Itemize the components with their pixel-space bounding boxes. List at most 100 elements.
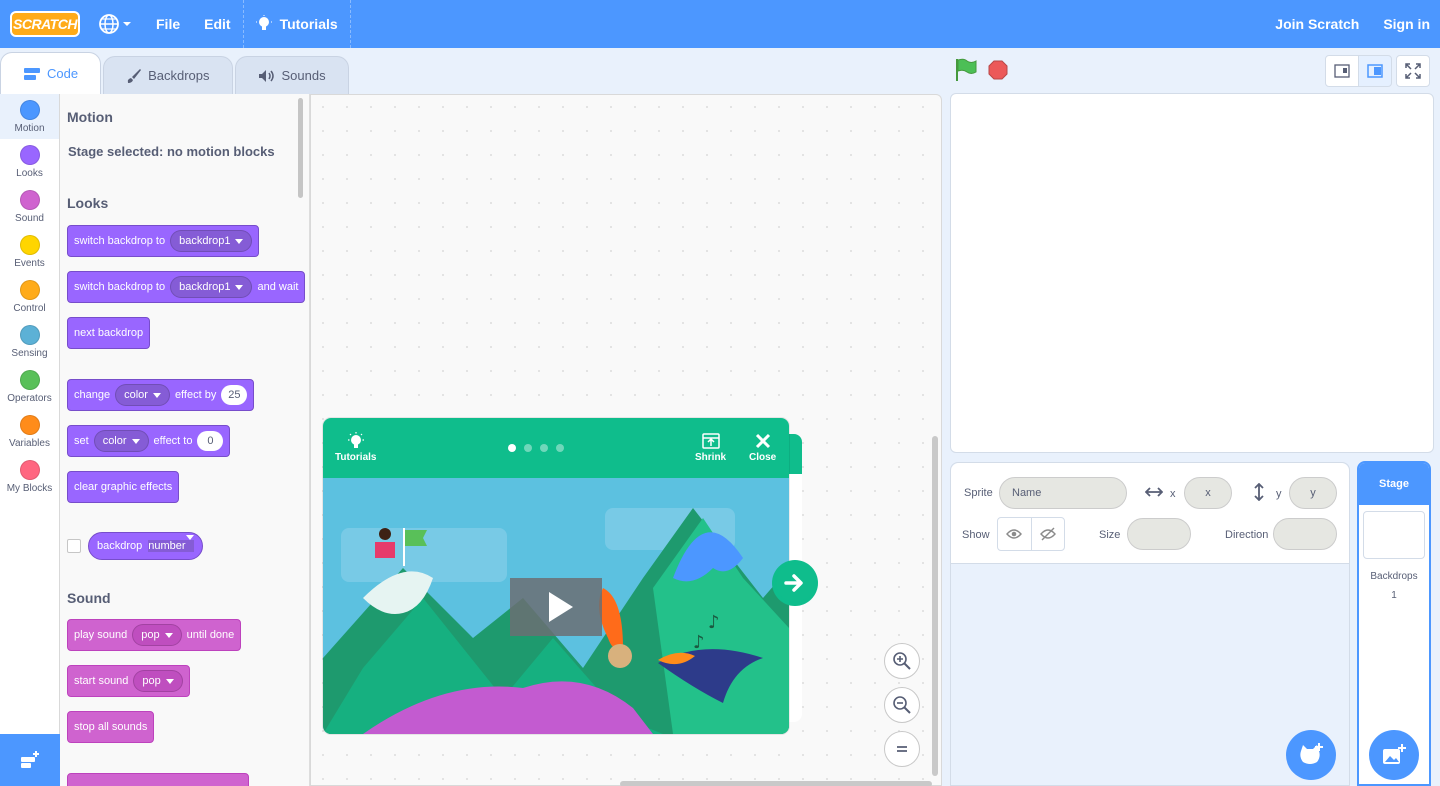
- number-input[interactable]: 25: [221, 385, 248, 405]
- shrink-button[interactable]: Shrink: [695, 432, 726, 463]
- zoom-reset-button[interactable]: [884, 731, 920, 767]
- workspace-vertical-scrollbar[interactable]: [932, 436, 938, 776]
- file-menu[interactable]: File: [144, 0, 192, 48]
- block-text: effect by: [174, 389, 217, 401]
- step-dot[interactable]: [540, 444, 548, 452]
- events-category-icon: [19, 234, 40, 255]
- change-effect-block[interactable]: change color effect by 25: [67, 379, 255, 411]
- sound-effect-block[interactable]: [67, 773, 249, 786]
- chevron-down-icon: [164, 632, 173, 638]
- block-text: backdrop: [97, 540, 143, 552]
- normal-stage-button[interactable]: [1358, 55, 1392, 87]
- clear-graphic-effects-block[interactable]: clear graphic effects: [67, 471, 180, 503]
- set-effect-block[interactable]: set color effect to 0: [67, 425, 231, 457]
- tutorial-card-header[interactable]: Tutorials Shrink Close: [323, 418, 789, 478]
- tab-backdrops[interactable]: Backdrops: [103, 56, 233, 94]
- chevron-down-icon: [235, 238, 244, 244]
- size-field[interactable]: [1127, 518, 1191, 550]
- number-input[interactable]: 0: [197, 431, 224, 451]
- scratch-logo[interactable]: SCRATCH: [10, 11, 80, 37]
- backdrop-reporter-block[interactable]: backdrop number: [88, 532, 203, 560]
- switch-backdrop-block[interactable]: switch backdrop to backdrop1: [67, 225, 260, 257]
- small-stage-button[interactable]: [1325, 55, 1359, 87]
- x-position-field[interactable]: x: [1184, 477, 1232, 509]
- step-indicator: [508, 444, 564, 452]
- category-events[interactable]: Events: [0, 229, 59, 274]
- effect-dropdown[interactable]: color: [115, 384, 170, 406]
- size-label: Size: [1099, 529, 1121, 541]
- dropdown-value: color: [102, 435, 127, 447]
- fullscreen-button[interactable]: [1396, 55, 1430, 87]
- category-label: My Blocks: [6, 482, 53, 494]
- tab-code[interactable]: Code: [0, 52, 102, 94]
- category-control[interactable]: Control: [0, 274, 59, 319]
- tab-sounds[interactable]: Sounds: [234, 56, 349, 94]
- palette-scrollbar[interactable]: [298, 98, 303, 198]
- zoom-in-icon: [893, 652, 911, 670]
- zoom-in-button[interactable]: [884, 643, 920, 679]
- step-dot[interactable]: [508, 444, 516, 452]
- direction-field[interactable]: [1273, 518, 1337, 550]
- stop-button[interactable]: [988, 60, 1008, 83]
- stage-canvas[interactable]: [950, 93, 1434, 453]
- switch-backdrop-and-wait-block[interactable]: switch backdrop to backdrop1 and wait: [67, 271, 306, 303]
- category-variables[interactable]: Variables: [0, 409, 59, 454]
- workspace-horizontal-scrollbar[interactable]: [620, 781, 932, 786]
- category-motion[interactable]: Motion: [0, 94, 59, 139]
- category-looks[interactable]: Looks: [0, 139, 59, 184]
- effect-dropdown[interactable]: color: [93, 430, 149, 452]
- join-scratch-link[interactable]: Join Scratch: [1261, 0, 1369, 48]
- edit-menu[interactable]: Edit: [192, 0, 242, 48]
- sprite-name-field[interactable]: Name: [999, 477, 1127, 509]
- backdrop-dropdown[interactable]: backdrop1: [170, 276, 253, 298]
- language-menu[interactable]: [86, 0, 144, 48]
- choose-backdrop-button[interactable]: [1369, 730, 1419, 780]
- show-sprite-button[interactable]: [998, 518, 1031, 550]
- choose-sprite-button[interactable]: [1286, 730, 1336, 780]
- zoom-out-button[interactable]: [884, 687, 920, 723]
- sound-dropdown[interactable]: pop: [132, 624, 182, 646]
- tutorials-library-button[interactable]: Tutorials: [335, 432, 376, 463]
- hide-sprite-button[interactable]: [1030, 518, 1065, 550]
- paintbrush-icon: [127, 68, 142, 83]
- sound-dropdown[interactable]: pop: [133, 670, 183, 692]
- play-sound-until-done-block[interactable]: play sound pop until done: [67, 619, 242, 651]
- category-my-blocks[interactable]: My Blocks: [0, 454, 59, 499]
- stage-selector-title: Stage: [1359, 463, 1429, 505]
- backdrop-dropdown[interactable]: backdrop1: [170, 230, 253, 252]
- green-flag-button[interactable]: [955, 58, 977, 85]
- start-sound-block[interactable]: start sound pop: [67, 665, 190, 697]
- block-text: start sound: [74, 675, 129, 687]
- fullscreen-icon: [1405, 63, 1421, 79]
- direction-label: Direction: [1225, 529, 1269, 541]
- tutorial-video[interactable]: ♪ ♪: [323, 478, 789, 734]
- step-dot[interactable]: [556, 444, 564, 452]
- sign-in-link[interactable]: Sign in: [1369, 0, 1440, 48]
- stage-thumbnail[interactable]: [1363, 511, 1425, 559]
- x-label: x: [1170, 488, 1176, 500]
- backdrops-label: Backdrops: [1370, 571, 1418, 582]
- add-extension-button[interactable]: [0, 734, 60, 786]
- code-blocks-icon: [24, 67, 40, 80]
- block-text: stop all sounds: [74, 721, 148, 733]
- chevron-down-icon: [131, 438, 140, 444]
- tutorials-menu[interactable]: Tutorials: [244, 0, 350, 48]
- operators-category-icon: [19, 369, 40, 390]
- close-icon: [755, 433, 770, 449]
- step-dot[interactable]: [524, 444, 532, 452]
- category-sensing[interactable]: Sensing: [0, 319, 59, 364]
- stop-all-sounds-block[interactable]: stop all sounds: [67, 711, 155, 743]
- category-sound[interactable]: Sound: [0, 184, 59, 229]
- category-operators[interactable]: Operators: [0, 364, 59, 409]
- category-label: Events: [14, 257, 45, 269]
- block-text: and wait: [257, 281, 299, 293]
- eye-off-icon: [1039, 527, 1056, 541]
- backdrop-property-dropdown[interactable]: number: [148, 535, 194, 552]
- y-position-field[interactable]: y: [1289, 477, 1337, 509]
- close-button[interactable]: Close: [749, 432, 776, 463]
- stop-icon: [988, 60, 1008, 80]
- backdrop-monitor-checkbox[interactable]: [67, 539, 81, 553]
- next-step-button[interactable]: [772, 560, 818, 606]
- looks-category-icon: [19, 144, 40, 165]
- next-backdrop-block[interactable]: next backdrop: [67, 317, 151, 349]
